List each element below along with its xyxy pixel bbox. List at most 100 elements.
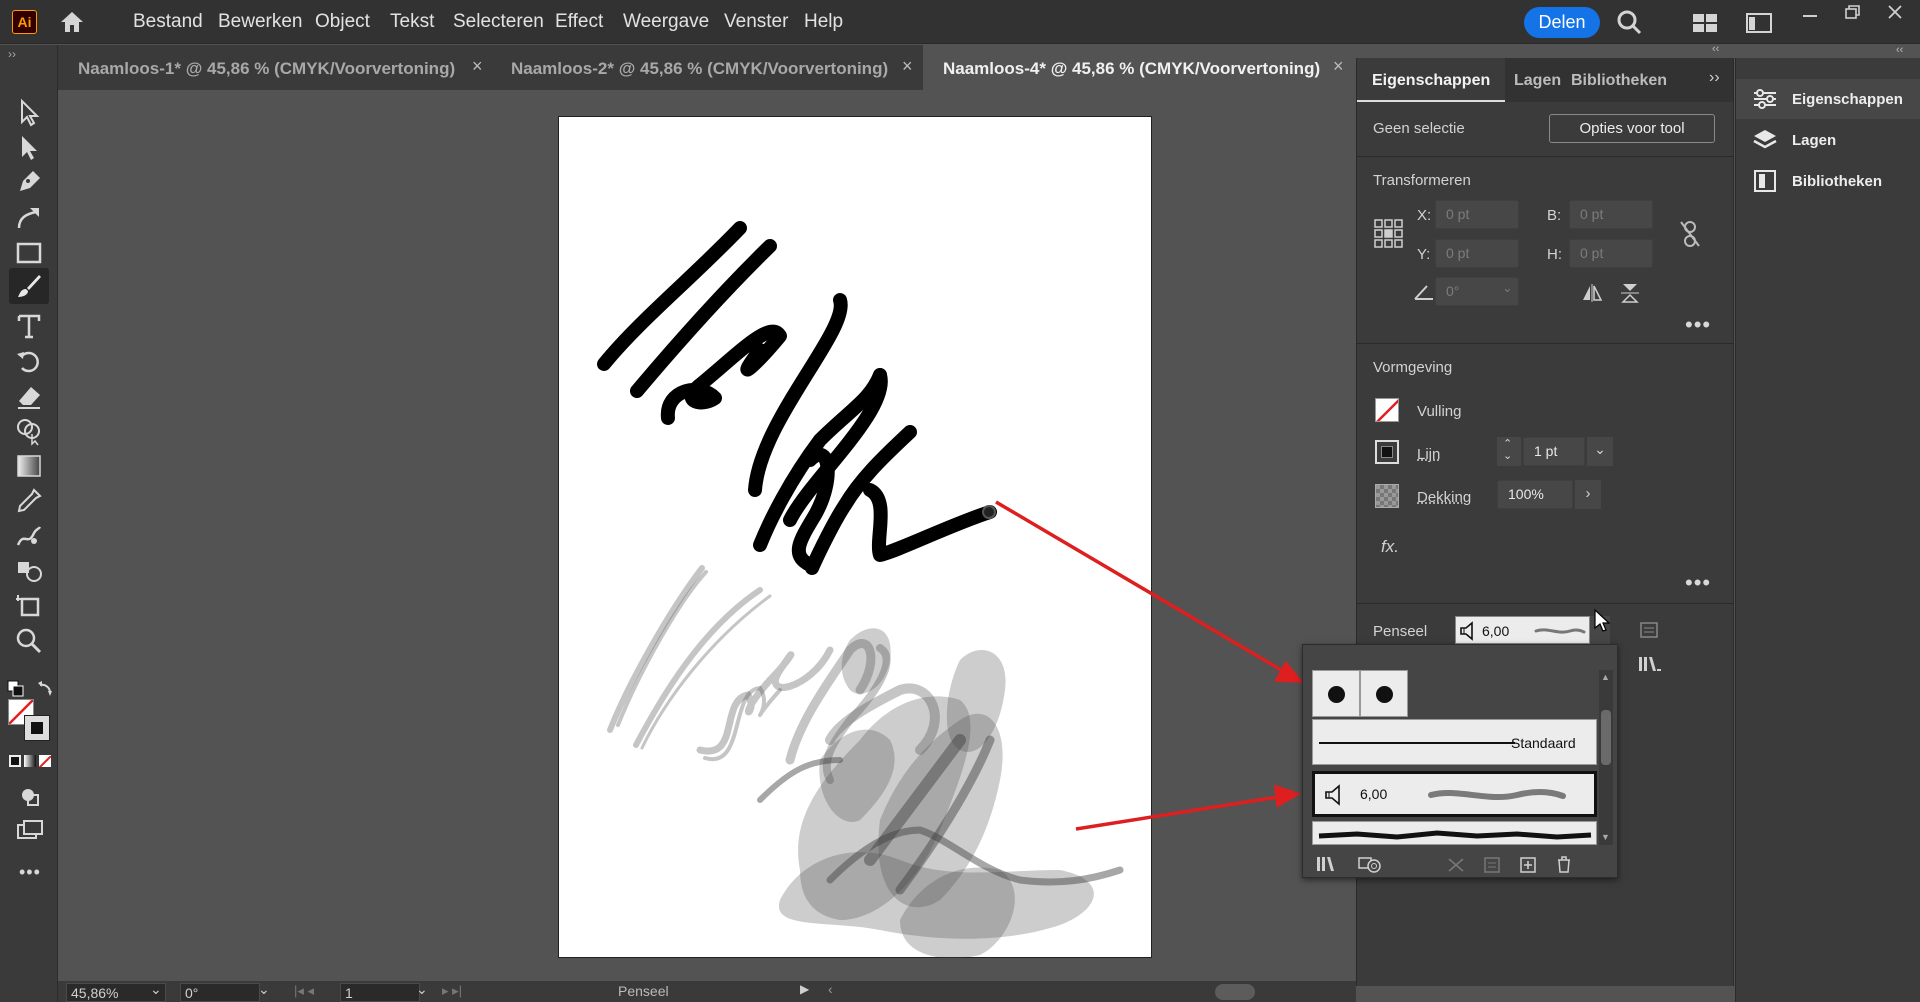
search-icon[interactable]	[1616, 9, 1642, 35]
tab-naamloos-2[interactable]: Naamloos-2* @ 45,86 % (CMYK/Voorvertonin…	[491, 45, 923, 90]
panel-collapse-icon[interactable]: ‹‹	[1712, 43, 1719, 55]
gradient-mode-icon[interactable]	[24, 755, 36, 767]
brush-dropdown[interactable]: 6,00	[1455, 616, 1590, 644]
stroke-weight-field[interactable]: 1 pt	[1523, 437, 1585, 466]
direct-selection-tool-icon[interactable]	[14, 132, 44, 162]
appearance-more-icon[interactable]: •••	[1685, 570, 1711, 596]
share-button[interactable]: Delen	[1524, 7, 1600, 38]
panel-button-bibliotheken[interactable]: Bibliotheken	[1736, 161, 1920, 201]
symbol-sprayer-tool-icon[interactable]	[14, 556, 44, 586]
scroll-down-icon[interactable]: ▼	[1601, 832, 1610, 842]
selection-tool-icon[interactable]	[14, 97, 44, 127]
opacity-icon[interactable]	[1375, 484, 1399, 508]
fx-button[interactable]: fx.	[1381, 537, 1399, 557]
artboard-tool-icon[interactable]	[14, 591, 44, 621]
shape-builder-tool-icon[interactable]	[14, 416, 44, 446]
stroke-weight-dropdown-icon[interactable]: ⌄	[1587, 437, 1613, 466]
panel-button-lagen[interactable]: Lagen	[1736, 120, 1920, 160]
menu-venster[interactable]: Venster	[724, 11, 788, 33]
close-icon[interactable]	[1886, 4, 1904, 20]
brush-round-1[interactable]	[1312, 670, 1360, 717]
scroll-up-icon[interactable]: ▲	[1601, 672, 1610, 682]
menu-object[interactable]: Object	[315, 11, 370, 33]
stroke-stepper[interactable]: ⌃ ⌄	[1497, 437, 1521, 466]
zoom-tool-icon[interactable]	[14, 626, 44, 656]
menu-tekst[interactable]: Tekst	[390, 11, 434, 33]
status-menu-icon[interactable]: ▶	[800, 982, 809, 996]
menu-selecteren[interactable]: Selecteren	[453, 11, 544, 33]
rotate-tool-icon[interactable]	[14, 346, 44, 376]
rotation-field[interactable]: 0°	[180, 983, 260, 1002]
screen-mode-icon[interactable]	[16, 819, 44, 841]
horizontal-scrollbar-thumb[interactable]	[1215, 984, 1255, 1000]
cc-libraries-icon[interactable]	[1357, 855, 1383, 873]
tab-naamloos-4[interactable]: Naamloos-4* @ 45,86 % (CMYK/Voorvertonin…	[923, 45, 1356, 90]
stroke-swatch-panel[interactable]	[1375, 440, 1399, 464]
first-artboard-icon[interactable]: |◂ ◂	[294, 983, 314, 999]
y-field[interactable]: 0 pt	[1435, 239, 1519, 268]
none-mode-icon[interactable]	[39, 755, 51, 767]
curvature-tool-icon[interactable]	[14, 202, 44, 232]
tool-options-button[interactable]: Opties voor tool	[1549, 114, 1715, 143]
brush-round-2[interactable]	[1360, 670, 1408, 717]
remove-brush-stroke-icon[interactable]	[1447, 857, 1465, 873]
zoom-dropdown-icon[interactable]: ⌄	[150, 981, 162, 998]
gradient-tool-icon[interactable]	[14, 451, 44, 481]
artboard-dropdown-icon[interactable]: ⌄	[416, 981, 428, 998]
angle-dropdown-icon[interactable]: ⌄	[1502, 280, 1513, 296]
tab-naamloos-1[interactable]: Naamloos-1* @ 45,86 % (CMYK/Voorvertonin…	[58, 45, 491, 90]
transform-more-icon[interactable]: •••	[1685, 312, 1711, 338]
scrollbar-thumb[interactable]	[1601, 710, 1611, 765]
brush-libraries-menu-icon[interactable]	[1315, 855, 1339, 873]
menu-bewerken[interactable]: Bewerken	[218, 11, 303, 33]
constrain-proportions-icon[interactable]	[1679, 220, 1701, 248]
type-tool-icon[interactable]	[14, 311, 44, 341]
restore-icon[interactable]	[1843, 4, 1863, 20]
menu-help[interactable]: Help	[804, 11, 843, 33]
default-colors-icon[interactable]	[6, 679, 26, 697]
tab-close-icon[interactable]: ×	[472, 56, 483, 77]
opacity-field[interactable]: 100%	[1497, 480, 1573, 509]
tab-eigenschappen[interactable]: Eigenschappen	[1357, 58, 1506, 102]
panel-button-eigenschappen[interactable]: Eigenschappen	[1736, 79, 1920, 119]
minimize-icon[interactable]	[1800, 6, 1820, 20]
arrange-documents-icon[interactable]	[1746, 13, 1772, 33]
eyedropper-tool-icon[interactable]	[14, 486, 44, 516]
menu-bestand[interactable]: Bestand	[133, 11, 203, 33]
next-artboard-icon[interactable]: ▸ ▸|	[442, 983, 462, 999]
height-field[interactable]: 0 pt	[1569, 239, 1653, 268]
menu-effect[interactable]: Effect	[555, 11, 603, 33]
stepper-down-icon[interactable]: ⌄	[1503, 449, 1512, 462]
tab-bibliotheken[interactable]: Bibliotheken	[1571, 72, 1667, 90]
stroke-label[interactable]: Lijn	[1417, 446, 1440, 463]
brush-list-scrollbar[interactable]: ▲ ▼	[1599, 670, 1613, 845]
artboard-number-field[interactable]: 1	[340, 983, 420, 1002]
flip-vertical-icon[interactable]	[1621, 282, 1639, 304]
puppet-warp-tool-icon[interactable]	[14, 521, 44, 551]
brush-charcoal[interactable]	[1312, 821, 1597, 845]
opacity-expand-icon[interactable]: ›	[1575, 480, 1601, 509]
brush-standard[interactable]: Standaard	[1312, 719, 1597, 765]
swap-colors-icon[interactable]	[36, 679, 56, 697]
scroll-left-icon[interactable]: ‹	[828, 981, 833, 997]
panel-menu-icon[interactable]: ››	[1709, 69, 1720, 87]
collapse-toolbar-icon[interactable]: ››	[8, 47, 16, 61]
width-field[interactable]: 0 pt	[1569, 200, 1653, 229]
edit-toolbar-icon[interactable]: •••	[19, 862, 41, 883]
brush-libraries-icon[interactable]	[1637, 654, 1663, 674]
tab-close-icon[interactable]: ×	[1333, 56, 1344, 77]
tab-close-icon[interactable]: ×	[902, 56, 913, 77]
x-field[interactable]: 0 pt	[1435, 200, 1519, 229]
opacity-label[interactable]: Dekking	[1417, 489, 1471, 506]
stroke-swatch[interactable]	[24, 715, 50, 741]
brush-options-icon[interactable]	[1639, 621, 1659, 639]
color-mode-icon[interactable]	[9, 755, 21, 767]
artboard[interactable]	[558, 116, 1152, 958]
rectangle-tool-icon[interactable]	[14, 238, 44, 268]
delete-brush-icon[interactable]	[1555, 855, 1573, 874]
eraser-tool-icon[interactable]	[14, 381, 44, 411]
new-brush-icon[interactable]	[1519, 856, 1537, 874]
brush-calligraphic-selected[interactable]: 6,00	[1312, 771, 1597, 817]
draw-mode-icon[interactable]	[18, 785, 42, 807]
brush-options-icon[interactable]	[1483, 856, 1501, 874]
